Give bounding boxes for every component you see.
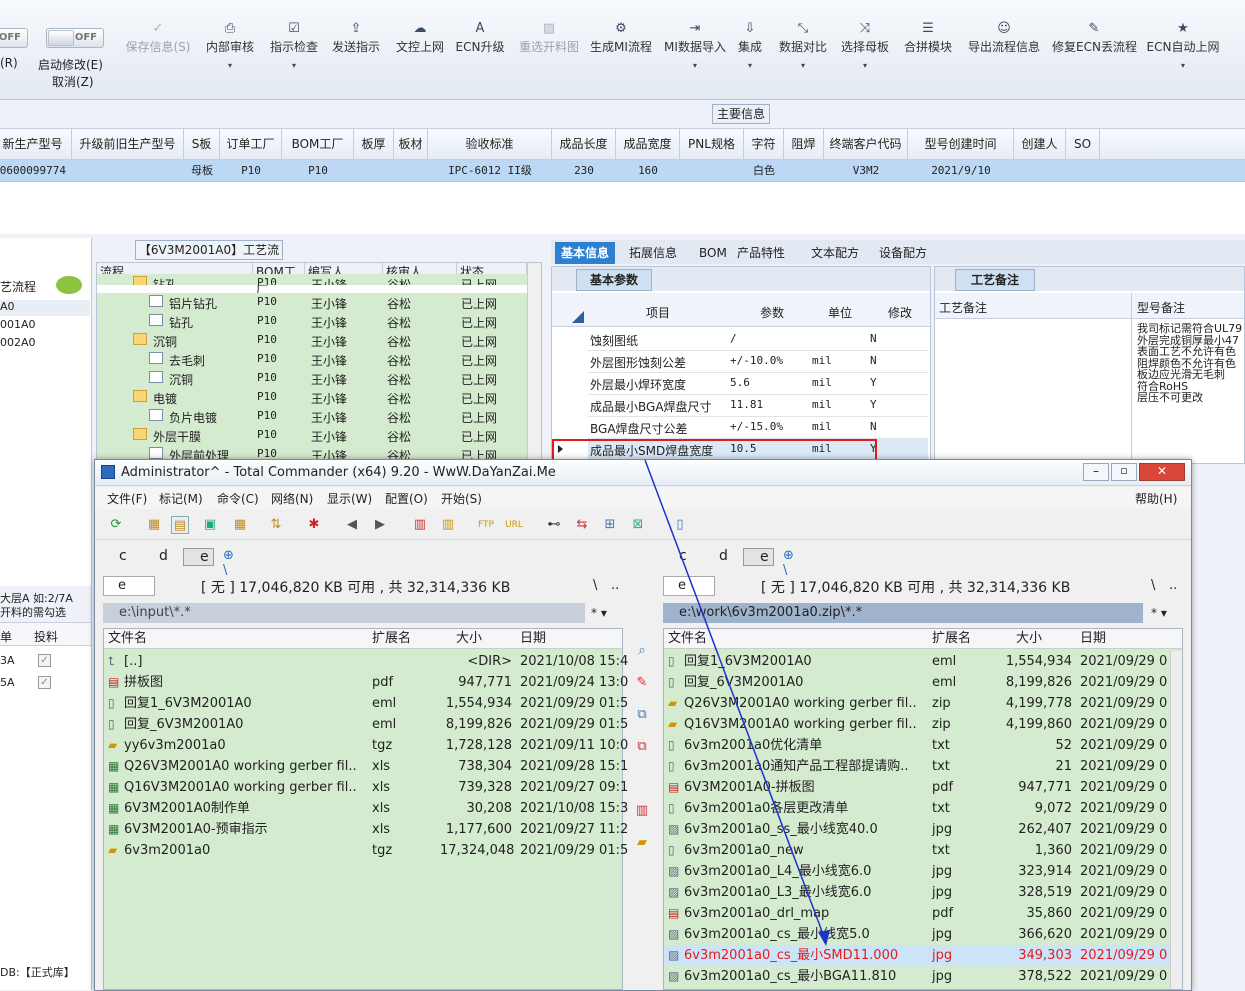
annotation-arrow [644, 459, 830, 946]
